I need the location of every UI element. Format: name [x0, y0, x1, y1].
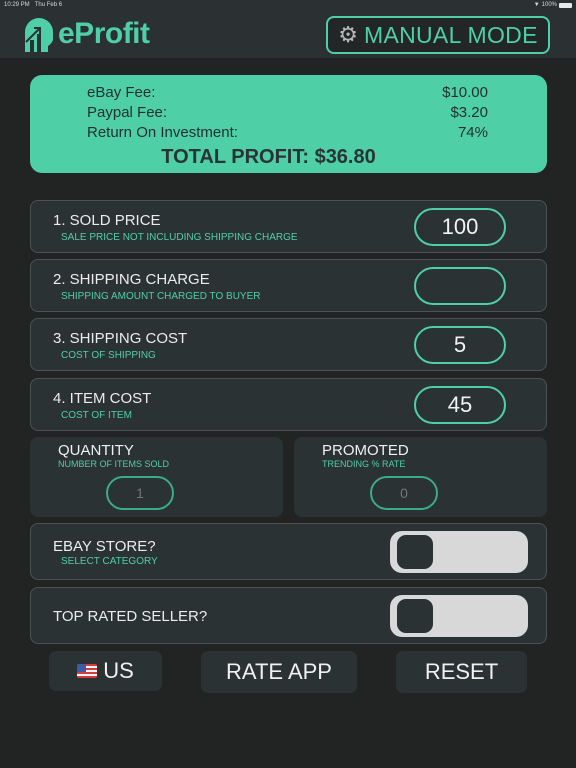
summary-row-roi: Return On Investment: 74%	[87, 124, 488, 141]
field-title: 4. ITEM COST	[53, 390, 152, 407]
field-subtitle: COST OF SHIPPING	[61, 350, 156, 361]
field-subtitle: COST OF ITEM	[61, 410, 132, 421]
field-subtitle: SALE PRICE NOT INCLUDING SHIPPING CHARGE	[61, 232, 298, 243]
promoted-subtitle: TRENDING % RATE	[322, 459, 406, 469]
sold-price-input[interactable]	[414, 208, 506, 246]
quantity-title: QUANTITY	[58, 442, 134, 459]
summary-value: $10.00	[442, 84, 488, 101]
profit-summary: eBay Fee: $10.00 Paypal Fee: $3.20 Retur…	[30, 75, 547, 173]
field-subtitle: SHIPPING AMOUNT CHARGED TO BUYER	[61, 291, 261, 302]
status-time: 10:29 PM Thu Feb 6	[4, 2, 63, 8]
summary-label: eBay Fee:	[87, 84, 156, 101]
app-name: eProfit	[58, 17, 150, 50]
top-rated-title: TOP RATED SELLER?	[53, 608, 208, 625]
field-shipping-cost: 3. SHIPPING COST COST OF SHIPPING	[30, 318, 547, 371]
field-title: 3. SHIPPING COST	[53, 330, 188, 347]
status-right: ▼ 100%	[534, 2, 572, 8]
country-button[interactable]: US	[49, 651, 162, 691]
field-shipping-charge: 2. SHIPPING CHARGE SHIPPING AMOUNT CHARG…	[30, 259, 547, 312]
us-flag-icon	[77, 664, 98, 678]
field-sold-price: 1. SOLD PRICE SALE PRICE NOT INCLUDING S…	[30, 200, 547, 253]
shipping-cost-input[interactable]	[414, 326, 506, 364]
promoted-title: PROMOTED	[322, 442, 409, 459]
summary-label: Return On Investment:	[87, 124, 238, 141]
shipping-charge-input[interactable]	[414, 267, 506, 305]
battery-percent: 100%	[541, 2, 557, 8]
summary-value: 74%	[457, 124, 488, 141]
toggle-knob	[397, 535, 433, 569]
field-title: 2. SHIPPING CHARGE	[53, 271, 210, 288]
rate-app-label: RATE APP	[226, 659, 332, 684]
summary-label: Paypal Fee:	[87, 104, 168, 121]
manual-mode-label: MANUAL MODE	[364, 21, 538, 48]
field-title: 1. SOLD PRICE	[53, 212, 161, 229]
promoted-card: PROMOTED TRENDING % RATE	[294, 437, 547, 517]
quantity-card: QUANTITY NUMBER OF ITEMS SOLD	[30, 437, 283, 517]
quantity-input[interactable]	[106, 476, 174, 510]
top-rated-card: TOP RATED SELLER?	[30, 587, 547, 644]
status-bar: 10:29 PM Thu Feb 6 ▼ 100%	[0, 0, 576, 12]
battery-icon	[559, 2, 572, 8]
ebay-store-title: EBAY STORE?	[53, 538, 156, 555]
field-item-cost: 4. ITEM COST COST OF ITEM	[30, 378, 547, 431]
summary-value: $3.20	[450, 104, 488, 121]
top-rated-toggle[interactable]	[390, 595, 528, 637]
summary-row-paypal-fee: Paypal Fee: $3.20	[87, 104, 488, 121]
total-profit: TOTAL PROFIT: $36.80	[161, 146, 376, 168]
reset-button[interactable]: RESET	[396, 651, 527, 693]
ebay-store-toggle[interactable]	[390, 531, 528, 573]
toggle-knob	[397, 599, 433, 633]
ebay-store-card: EBAY STORE? SELECT CATEGORY	[30, 523, 547, 580]
logo-chart-icon	[25, 18, 53, 52]
reset-label: RESET	[424, 659, 499, 684]
app-logo: eProfit	[22, 16, 150, 52]
summary-row-ebay-fee: eBay Fee: $10.00	[87, 84, 488, 101]
quantity-subtitle: NUMBER OF ITEMS SOLD	[58, 459, 170, 469]
gear-icon: ⚙	[338, 22, 359, 47]
header: 10:29 PM Thu Feb 6 ▼ 100% eProfit ⚙ MANU…	[0, 0, 576, 58]
ebay-store-subtitle: SELECT CATEGORY	[61, 556, 158, 567]
manual-mode-button[interactable]: ⚙ MANUAL MODE	[326, 16, 550, 54]
rate-app-button[interactable]: RATE APP	[201, 651, 357, 693]
country-label: US	[103, 658, 134, 683]
wifi-icon: ▼	[533, 2, 540, 8]
item-cost-input[interactable]	[414, 386, 506, 424]
promoted-input[interactable]	[370, 476, 438, 510]
